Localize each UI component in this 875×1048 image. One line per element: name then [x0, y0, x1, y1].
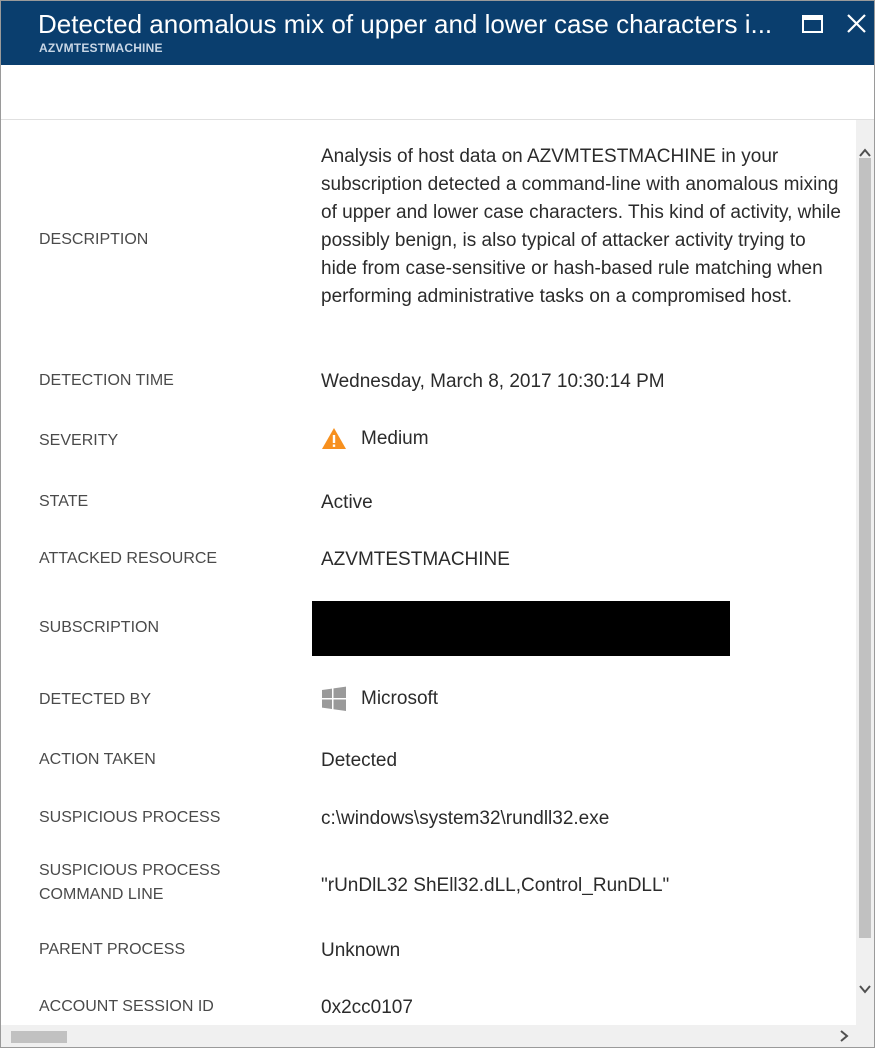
command-bar [1, 65, 874, 120]
detected-by-label: DETECTED BY [39, 691, 152, 708]
command-line-label-line2: COMMAND LINE [39, 886, 164, 903]
description-value: Analysis of host data on AZVMTESTMACHINE… [321, 146, 841, 307]
chevron-down-icon [859, 985, 871, 994]
action-taken-label: ACTION TAKEN [39, 751, 156, 768]
account-session-value: 0x2cc0107 [321, 997, 413, 1018]
scroll-right-button[interactable] [837, 1029, 851, 1043]
severity-label: SEVERITY [39, 432, 119, 449]
detected-by-value: Microsoft [321, 685, 438, 713]
warning-icon [322, 428, 346, 449]
action-taken-value: Detected [321, 750, 398, 771]
attacked-resource-value: AZVMTESTMACHINE [321, 549, 510, 570]
subscription-label: SUBSCRIPTION [39, 619, 160, 636]
state-value: Active [321, 492, 373, 513]
account-session-label: ACCOUNT SESSION ID [39, 998, 214, 1015]
close-button[interactable] [843, 11, 871, 39]
blade-header: Detected anomalous mix of upper and lowe… [1, 1, 874, 65]
maximize-button[interactable] [799, 11, 827, 39]
alert-details-blade: Detected anomalous mix of upper and lowe… [0, 0, 875, 1048]
description-label: DESCRIPTION [39, 231, 149, 248]
horizontal-scrollbar[interactable] [1, 1025, 856, 1047]
blade-subtitle: AZVMTESTMACHINE [39, 41, 163, 55]
detected-by-text: Microsoft [361, 688, 439, 709]
detection-time-value: Wednesday, March 8, 2017 10:30:14 PM [321, 371, 665, 392]
chevron-right-icon [840, 1030, 849, 1042]
maximize-icon [802, 15, 823, 33]
attacked-resource-label: ATTACKED RESOURCE [39, 550, 218, 567]
details-panel: DESCRIPTION Analysis of host data on AZV… [1, 120, 856, 1025]
close-icon [847, 14, 866, 33]
suspicious-process-label: SUSPICIOUS PROCESS [39, 809, 221, 826]
command-line-value: "rUnDlL32 ShEll32.dLL,Control_RunDLL" [321, 875, 670, 896]
vertical-scroll-thumb[interactable] [859, 158, 871, 938]
scroll-down-button[interactable] [858, 982, 872, 996]
scrollbar-corner [856, 1025, 874, 1047]
state-label: STATE [39, 493, 89, 510]
vertical-scrollbar[interactable] [856, 120, 874, 1025]
parent-process-label: PARENT PROCESS [39, 941, 186, 958]
severity-value: Medium [321, 425, 429, 453]
horizontal-scroll-thumb[interactable] [11, 1031, 67, 1043]
severity-text: Medium [361, 428, 429, 449]
command-line-label-line1: SUSPICIOUS PROCESS [39, 862, 221, 879]
windows-logo-icon [322, 686, 346, 711]
subscription-redaction [312, 601, 730, 656]
detection-time-label: DETECTION TIME [39, 372, 174, 389]
parent-process-value: Unknown [321, 940, 401, 961]
suspicious-process-value: c:\windows\system32\rundll32.exe [321, 808, 610, 829]
blade-title: Detected anomalous mix of upper and lowe… [38, 9, 773, 39]
